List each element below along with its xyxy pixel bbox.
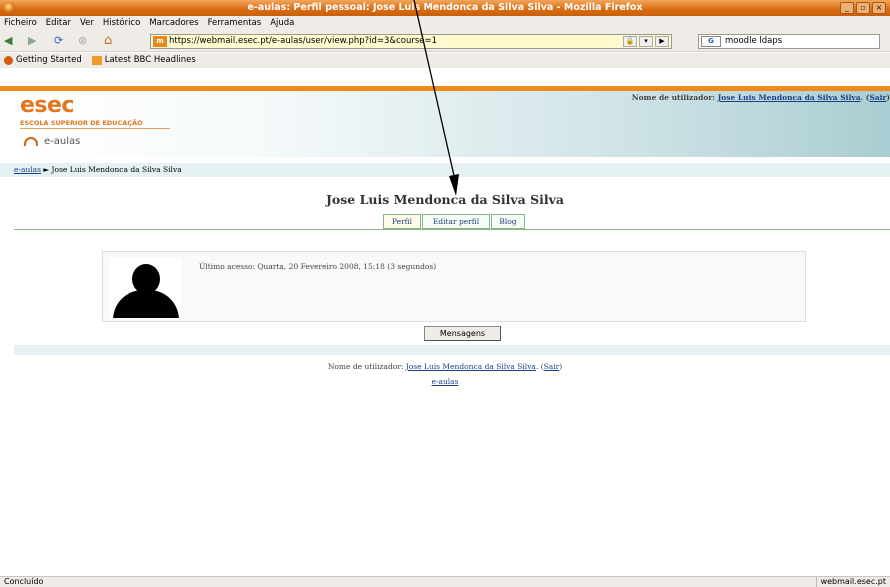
dropdown-icon[interactable]: ▾ (639, 36, 653, 47)
footer-home-link[interactable]: e-aulas (432, 377, 459, 386)
site-name: e-aulas (44, 136, 81, 147)
rainbow-icon (24, 137, 38, 146)
bookmark-bbc-headlines[interactable]: Latest BBC Headlines (91, 53, 196, 68)
logo-divider (20, 128, 170, 129)
url-text: https://webmail.esec.pt/e-aulas/user/vie… (169, 36, 438, 46)
google-icon[interactable]: G (701, 36, 721, 47)
site-header: esec ESCOLA SUPERIOR DE EDUCAÇÃO e-aulas… (14, 91, 890, 157)
reload-icon[interactable]: ⟳ (54, 34, 63, 48)
avatar (109, 258, 181, 318)
go-icon[interactable]: ▶ (655, 36, 669, 47)
login-prefix: Nome de utilizador: (631, 93, 718, 102)
close-button[interactable]: × (872, 2, 886, 14)
search-text: moodle ldaps (725, 36, 783, 46)
home-icon[interactable]: ⌂ (104, 34, 112, 48)
bookmark-label: Latest BBC Headlines (104, 55, 196, 65)
menu-historico[interactable]: Histórico (103, 16, 140, 30)
url-bar[interactable]: m https://webmail.esec.pt/e-aulas/user/v… (150, 34, 672, 49)
site-favicon-icon: m (153, 36, 167, 47)
breadcrumb: e-aulas ► Jose Luis Mendonca da Silva Si… (0, 163, 890, 177)
esec-logo[interactable]: esec (20, 93, 74, 118)
minimize-button[interactable]: _ (840, 2, 854, 14)
menu-marcadores[interactable]: Marcadores (149, 16, 198, 30)
esec-logo-subtitle: ESCOLA SUPERIOR DE EDUCAÇÃO (20, 119, 143, 127)
footer-login-prefix: Nome de utilizador: (327, 362, 406, 371)
breadcrumb-home-link[interactable]: e-aulas (14, 165, 41, 174)
footer-user-link[interactable]: Jose Luis Mendonca da Silva Silva (406, 362, 536, 371)
messages-button[interactable]: Mensagens (424, 326, 501, 341)
search-input[interactable]: G moodle ldaps (698, 34, 880, 49)
footer-login-info: Nome de utilizador: Jose Luis Mendonca d… (327, 362, 563, 371)
tab-perfil[interactable]: Perfil (383, 214, 421, 229)
tab-divider (14, 229, 890, 230)
bookmarks-toolbar: Getting Started Latest BBC Headlines (0, 53, 890, 68)
profile-tabs: Perfil Editar perfil Blog (0, 214, 890, 230)
firefox-icon (4, 56, 13, 65)
user-profile-link[interactable]: Jose Luis Mendonca da Silva Silva (718, 93, 861, 102)
navigation-toolbar: ◀ ▶ ⟳ ⊗ ⌂ m https://webmail.esec.pt/e-au… (0, 30, 890, 52)
maximize-button[interactable]: ▫ (856, 2, 870, 14)
logout-link[interactable]: Sair (869, 93, 886, 102)
status-text: Concluído (4, 577, 44, 586)
back-icon[interactable]: ◀ (4, 34, 12, 48)
rss-icon (91, 56, 102, 65)
breadcrumb-current: Jose Luis Mendonca da Silva Silva (51, 165, 182, 174)
menu-ajuda[interactable]: Ajuda (270, 16, 294, 30)
login-info: Nome de utilizador: Jose Luis Mendonca d… (631, 93, 890, 102)
footer-home: e-aulas (0, 377, 890, 386)
bookmark-label: Getting Started (16, 55, 82, 65)
avatar-body (113, 290, 179, 318)
lock-icon: 🔒 (623, 36, 637, 47)
stop-icon[interactable]: ⊗ (78, 34, 87, 48)
content-footer-band (14, 345, 890, 355)
window-title: e-aulas: Perfil pessoal: Jose Luis Mendo… (247, 2, 643, 13)
firefox-icon (4, 2, 15, 13)
menu-bar: Ficheiro Editar Ver Histórico Marcadores… (0, 16, 890, 30)
tab-editar-perfil[interactable]: Editar perfil (422, 214, 490, 229)
forward-icon[interactable]: ▶ (28, 34, 36, 48)
profile-box: Último acesso: Quarta, 20 Fevereiro 2008… (102, 251, 806, 322)
menu-ficheiro[interactable]: Ficheiro (4, 16, 37, 30)
window-titlebar[interactable]: e-aulas: Perfil pessoal: Jose Luis Mendo… (0, 0, 890, 16)
bookmark-getting-started[interactable]: Getting Started (4, 53, 82, 68)
last-access-text: Último acesso: Quarta, 20 Fevereiro 2008… (199, 262, 437, 271)
menu-editar[interactable]: Editar (46, 16, 71, 30)
footer-logout-link[interactable]: Sair (544, 362, 560, 371)
tab-blog[interactable]: Blog (491, 214, 525, 229)
status-bar: Concluído webmail.esec.pt (0, 576, 890, 587)
menu-ver[interactable]: Ver (80, 16, 94, 30)
menu-ferramentas[interactable]: Ferramentas (208, 16, 262, 30)
breadcrumb-separator: ► (41, 165, 52, 174)
status-host: webmail.esec.pt (815, 577, 890, 587)
page-title: Jose Luis Mendonca da Silva Silva (325, 192, 565, 207)
